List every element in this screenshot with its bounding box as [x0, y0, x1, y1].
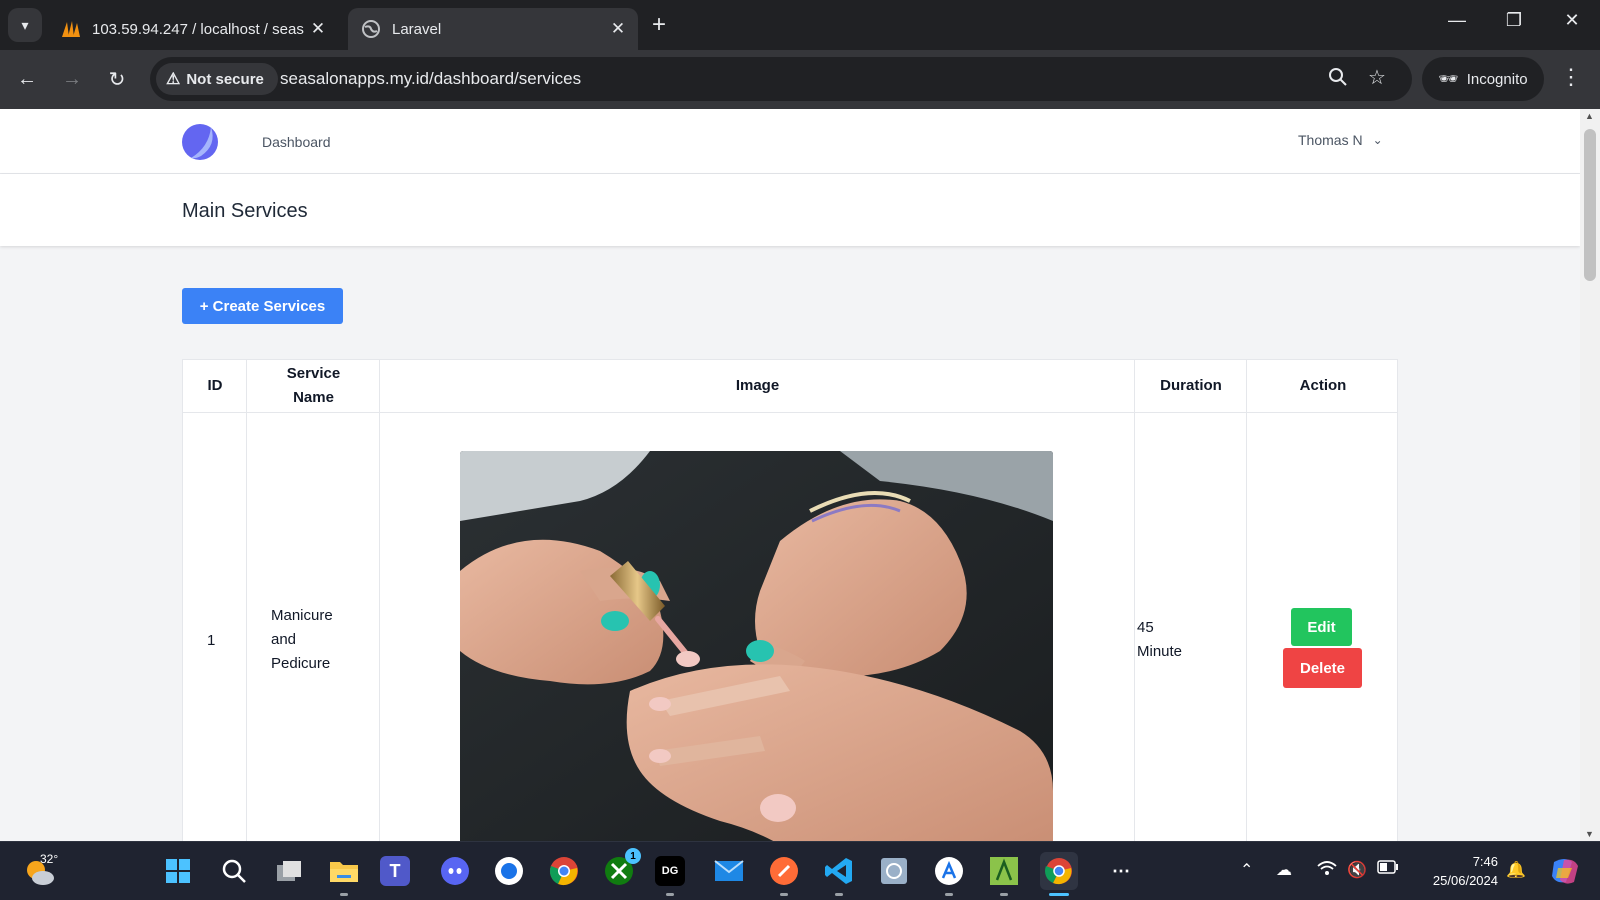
- column-divider: [183, 360, 247, 841]
- nav-link-dashboard[interactable]: Dashboard: [262, 134, 331, 150]
- running-indicator: [1000, 893, 1008, 896]
- onedrive-icon[interactable]: ☁: [1276, 860, 1292, 880]
- tab-phpmyadmin[interactable]: 103.59.94.247 / localhost / seas ✕: [48, 8, 338, 50]
- header-action: Action: [1299, 377, 1347, 394]
- warning-triangle-icon: ⚠: [166, 71, 181, 88]
- remote-desktop-icon[interactable]: [875, 852, 913, 890]
- browser-tab-strip: ▾ 103.59.94.247 / localhost / seas ✕ Lar…: [0, 0, 1600, 50]
- copilot-icon[interactable]: [1548, 854, 1582, 888]
- scroll-down-icon[interactable]: ▼: [1585, 829, 1594, 839]
- running-indicator: [340, 893, 348, 896]
- more-vert-icon[interactable]: ⋮: [1560, 64, 1582, 90]
- url-text[interactable]: seasalonapps.my.id/dashboard/services: [280, 69, 581, 89]
- new-tab-button[interactable]: +: [652, 12, 666, 38]
- security-label: Not secure: [186, 70, 264, 88]
- zoom-icon[interactable]: [1328, 67, 1348, 93]
- header-id: ID: [207, 377, 223, 394]
- page-viewport: Dashboard Thomas N ⌄ Main Services + Cre…: [0, 109, 1600, 841]
- forward-arrow-icon[interactable]: →: [55, 62, 89, 96]
- page-header: Main Services: [0, 174, 1580, 246]
- running-indicator: [945, 893, 953, 896]
- running-indicator: [666, 893, 674, 896]
- more-apps-icon[interactable]: ⋯: [1102, 852, 1140, 890]
- back-arrow-icon[interactable]: ←: [10, 62, 44, 96]
- bookmark-star-icon[interactable]: ☆: [1368, 65, 1386, 90]
- running-indicator: [780, 893, 788, 896]
- scrollbar-thumb[interactable]: [1584, 129, 1596, 281]
- minimize-icon[interactable]: —: [1437, 10, 1477, 31]
- xbox-icon[interactable]: 1: [600, 848, 641, 890]
- page-title: Main Services: [182, 200, 308, 222]
- warp-icon[interactable]: [490, 852, 528, 890]
- windows-start-icon[interactable]: [159, 852, 197, 890]
- app-navbar: Dashboard Thomas N ⌄: [0, 109, 1580, 174]
- chrome-icon[interactable]: [545, 852, 583, 890]
- task-view-icon[interactable]: [270, 852, 308, 890]
- close-icon[interactable]: ✕: [304, 19, 332, 39]
- notification-bell-icon[interactable]: 🔔: [1506, 860, 1526, 880]
- row-duration: 45 Minute: [1137, 619, 1183, 660]
- mail-icon[interactable]: [710, 852, 748, 890]
- create-services-button[interactable]: + Create Services: [182, 288, 343, 324]
- wifi-icon[interactable]: [1317, 860, 1337, 881]
- browser-toolbar: ← → ↻ ⚠ Not secure seasalonapps.my.id/da…: [0, 50, 1600, 109]
- profile-label: Incognito: [1466, 70, 1528, 88]
- datagrip-icon[interactable]: DG: [655, 856, 685, 896]
- tab-title: 103.59.94.247 / localhost / seas: [92, 20, 304, 38]
- header-service-name: Service Name: [286, 365, 341, 406]
- restore-icon[interactable]: ❐: [1494, 10, 1534, 31]
- header-image: Image: [735, 377, 780, 394]
- app-store-icon[interactable]: [930, 852, 968, 896]
- close-icon[interactable]: ✕: [604, 19, 632, 39]
- system-clock[interactable]: 7:46 25/06/2024: [1418, 852, 1498, 890]
- running-indicator: [835, 893, 843, 896]
- chevron-up-icon[interactable]: ⌃: [1240, 860, 1253, 880]
- close-window-icon[interactable]: ✕: [1552, 10, 1592, 31]
- header-divider: [183, 412, 1397, 413]
- speaker-muted-icon[interactable]: 🔇: [1347, 860, 1367, 880]
- file-explorer-icon[interactable]: [325, 852, 363, 896]
- tab-search-button[interactable]: ▾: [8, 8, 42, 42]
- service-image-manicure: [460, 451, 1053, 841]
- page-scrollbar[interactable]: ▲ ▼: [1580, 109, 1600, 841]
- header-duration: Duration: [1160, 377, 1222, 394]
- postman-icon[interactable]: [765, 852, 803, 896]
- weather-widget[interactable]: 32°: [22, 850, 62, 890]
- edit-button[interactable]: Edit: [1291, 608, 1352, 646]
- chevron-down-icon: ⌄: [1372, 133, 1383, 147]
- row-id: 1: [207, 632, 216, 649]
- tab-title: Laravel: [392, 20, 442, 38]
- windows-taskbar: 32° T 1 DG ⋯ ⌃ ☁ 🔇 7:46 25/06/2024 🔔: [0, 841, 1600, 900]
- discord-icon[interactable]: [436, 852, 474, 890]
- app-logo-icon[interactable]: [181, 123, 219, 161]
- services-table: ID Service Name Image Duration Action 1 …: [182, 359, 1398, 841]
- incognito-profile-button[interactable]: 🕶 Incognito: [1422, 57, 1544, 101]
- address-bar[interactable]: ⚠ Not secure seasalonapps.my.id/dashboar…: [150, 57, 1412, 101]
- delete-button[interactable]: Delete: [1283, 648, 1362, 688]
- chrome-incognito-icon[interactable]: [1040, 852, 1078, 896]
- notification-badge: 1: [625, 848, 641, 864]
- weather-temp: 32°: [40, 852, 59, 866]
- chevron-down-icon: ▾: [21, 16, 29, 33]
- clock-date: 25/06/2024: [1432, 873, 1498, 888]
- row-service-name: Manicure and Pedicure: [271, 607, 333, 672]
- vscode-icon[interactable]: [820, 852, 858, 896]
- globe-icon: [360, 18, 382, 40]
- tab-laravel[interactable]: Laravel ✕: [348, 8, 638, 50]
- search-icon[interactable]: [215, 852, 253, 890]
- column-divider: [247, 360, 380, 841]
- column-divider: [1135, 360, 1247, 841]
- scroll-up-icon[interactable]: ▲: [1585, 111, 1594, 121]
- teams-icon[interactable]: T: [380, 856, 410, 886]
- reload-icon[interactable]: ↻: [100, 62, 134, 96]
- user-menu[interactable]: Thomas N ⌄: [1298, 132, 1383, 148]
- battery-icon[interactable]: [1377, 860, 1399, 879]
- user-name: Thomas N: [1298, 132, 1363, 148]
- phpmyadmin-favicon-icon: [60, 18, 82, 40]
- android-studio-icon[interactable]: [985, 852, 1023, 896]
- active-indicator: [1049, 893, 1069, 896]
- incognito-icon: 🕶: [1438, 71, 1459, 88]
- clock-time: 7:46: [1472, 854, 1498, 869]
- security-chip[interactable]: ⚠ Not secure: [156, 63, 278, 95]
